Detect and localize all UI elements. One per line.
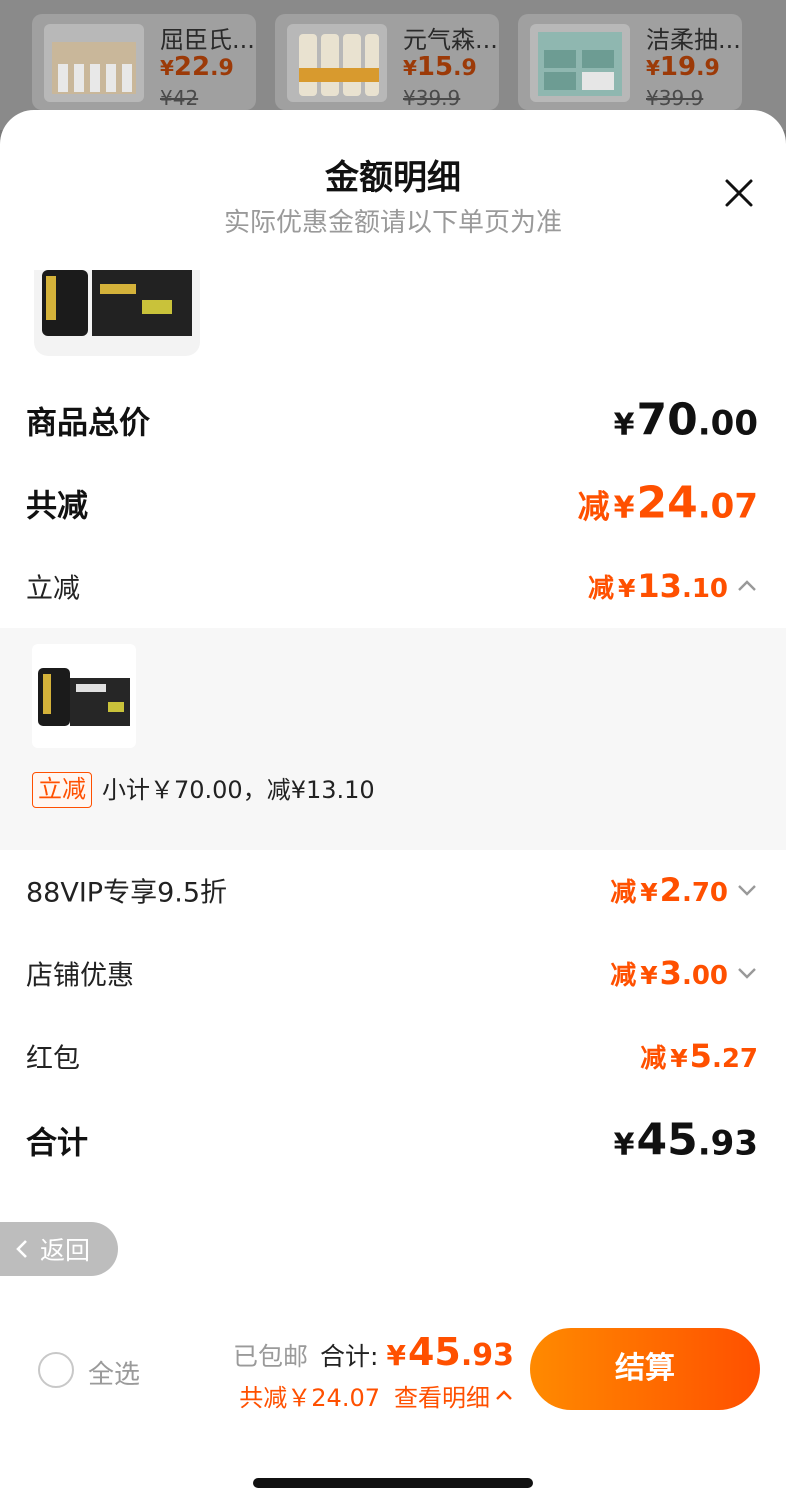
chevron-up-icon: [738, 580, 756, 591]
sheet-title: 金额明细: [325, 158, 461, 198]
bar-discount-text: 共减￥24.07: [239, 1384, 380, 1412]
back-button[interactable]: 返回: [0, 1222, 118, 1276]
product-original-price: ¥39.9: [403, 86, 461, 110]
instant-discount-amount: 减 ¥13.10: [588, 567, 758, 605]
instant-discount-row[interactable]: 立减 减 ¥13.10: [0, 551, 786, 621]
close-icon: [725, 179, 753, 207]
total-discount-label: 共减: [26, 488, 88, 525]
select-all-checkbox[interactable]: [38, 1352, 74, 1388]
product-original-price: ¥42: [160, 86, 199, 110]
checkout-bar: 全选 已包邮 合计: ¥45.93 共减￥24.07 查看明细 结算: [0, 1310, 786, 1460]
instant-discount-tag: 立减: [32, 772, 92, 808]
chevron-left-icon: [16, 1240, 27, 1258]
product-name: 洁柔抽...: [646, 26, 741, 54]
total-amount: ¥45.93: [613, 1114, 758, 1166]
product-original-price: ¥39.9: [646, 86, 704, 110]
vip-discount-row[interactable]: 88VIP专享9.5折 减 ¥2.70: [0, 855, 786, 925]
checkout-button[interactable]: 结算: [530, 1328, 760, 1410]
product-name: 屈臣氏...: [160, 26, 255, 54]
bar-total-label: 合计:: [320, 1342, 379, 1371]
goods-total-amount: ¥70.00: [613, 394, 758, 446]
product-name: 元气森...: [403, 26, 498, 54]
view-detail-toggle[interactable]: 查看明细: [394, 1378, 514, 1413]
product-price: ¥15.9: [403, 52, 477, 82]
product-thumbnail: [32, 644, 136, 748]
home-indicator: [253, 1478, 533, 1488]
store-discount-label: 店铺优惠: [26, 960, 134, 992]
background-product-card[interactable]: 元气森... ¥15.9 ¥39.9: [275, 14, 499, 110]
goods-total-label: 商品总价: [26, 405, 150, 442]
red-packet-label: 红包: [26, 1043, 80, 1075]
bar-discount-line: 共减￥24.07 查看明细: [239, 1378, 514, 1413]
red-packet-amount: 减 ¥5.27: [640, 1037, 758, 1075]
total-discount-amount: 减 ¥24.07: [577, 477, 758, 529]
product-price: ¥22.9: [160, 52, 234, 82]
instant-discount-detail-panel: 立减 小计￥70.00，减¥13.10: [0, 628, 786, 850]
product-thumbnail: [34, 270, 200, 356]
red-packet-row: 红包 减 ¥5.27: [0, 1021, 786, 1091]
store-discount-amount: 减 ¥3.00: [610, 954, 758, 992]
total-discount-row: 共减 减 ¥24.07: [0, 468, 786, 538]
bar-total-amount: ¥45.93: [386, 1330, 514, 1374]
instant-discount-label: 立减: [26, 573, 80, 605]
free-shipping-label: 已包邮: [233, 1342, 309, 1371]
instant-discount-detail-text: 小计￥70.00，减¥13.10: [102, 776, 375, 804]
sheet-subtitle: 实际优惠金额请以下单页为准: [223, 208, 562, 238]
chevron-down-icon: [738, 885, 756, 896]
chevron-up-icon: [496, 1389, 512, 1400]
view-detail-label: 查看明细: [394, 1384, 490, 1412]
product-image: [287, 24, 387, 102]
product-price: ¥19.9: [646, 52, 720, 82]
close-button[interactable]: [722, 176, 756, 210]
store-discount-row[interactable]: 店铺优惠 减 ¥3.00: [0, 938, 786, 1008]
total-row: 合计 ¥45.93: [0, 1105, 786, 1175]
vip-discount-amount: 减 ¥2.70: [610, 871, 758, 909]
amount-detail-sheet: 金额明细 实际优惠金额请以下单页为准 商品总价 ¥70.00 共减 减 ¥24.0…: [0, 110, 786, 1505]
goods-total-row: 商品总价 ¥70.00: [0, 385, 786, 455]
back-label: 返回: [40, 1236, 91, 1265]
chevron-down-icon: [738, 968, 756, 979]
background-product-card[interactable]: 屈臣氏... ¥22.9 ¥42: [32, 14, 256, 110]
bar-total-line: 已包邮 合计: ¥45.93: [233, 1330, 514, 1374]
vip-discount-label: 88VIP专享9.5折: [26, 877, 228, 909]
product-image: [530, 24, 630, 102]
select-all-label[interactable]: 全选: [88, 1354, 140, 1391]
total-label: 合计: [26, 1125, 88, 1162]
product-image: [44, 24, 144, 102]
background-product-card[interactable]: 洁柔抽... ¥19.9 ¥39.9: [518, 14, 742, 110]
